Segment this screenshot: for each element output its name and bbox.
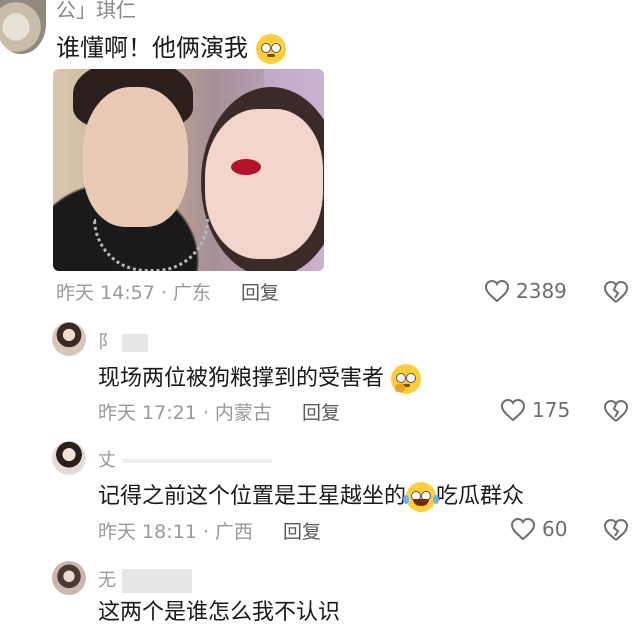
comment-author[interactable]: 公」琪仁 xyxy=(56,0,136,23)
author-name: 阝 xyxy=(98,332,116,353)
like-count: 2389 xyxy=(516,279,567,303)
comment-text-content: 现场两位被狗粮撑到的受害者 xyxy=(98,366,385,391)
comment-image[interactable] xyxy=(53,69,324,271)
comment-text-content: 谁懂啊！他俩演我 xyxy=(56,34,248,62)
broken-heart-icon xyxy=(603,280,629,303)
blurred-name xyxy=(122,569,192,593)
comment-text: 记得之前这个位置是王星越坐的 吃瓜群众 xyxy=(98,478,524,512)
reply-button[interactable]: 回复 xyxy=(302,402,340,424)
reply-button[interactable]: 回复 xyxy=(283,521,321,543)
avatar[interactable] xyxy=(52,441,86,475)
comment-author[interactable]: 阝 xyxy=(98,328,148,354)
dislike-button[interactable] xyxy=(603,399,629,423)
reply-button[interactable]: 回复 xyxy=(241,282,279,304)
dislike-button[interactable] xyxy=(603,280,629,304)
author-name: 无 xyxy=(98,570,116,591)
like-button[interactable]: 60 xyxy=(510,517,567,541)
avatar[interactable] xyxy=(0,0,46,54)
comment-text: 谁懂啊！他俩演我 xyxy=(56,28,286,64)
thinking-emoji xyxy=(391,364,422,394)
heart-icon xyxy=(484,279,510,303)
avatar[interactable] xyxy=(52,561,86,595)
blurred-name xyxy=(122,334,148,352)
laughing-tears-emoji xyxy=(403,482,440,512)
comment-time-location: 昨天 18:11 · 广西 xyxy=(98,521,253,543)
heart-icon xyxy=(500,398,526,422)
blurred-name xyxy=(122,459,272,463)
comment-text: 这两个是谁怎么我不认识 xyxy=(98,594,340,626)
comment-text: 现场两位被狗粮撑到的受害者 xyxy=(98,360,422,394)
comment-author[interactable]: 无 xyxy=(98,566,192,593)
dislike-button[interactable] xyxy=(603,518,629,542)
author-name: 丈 xyxy=(98,450,116,471)
broken-heart-icon xyxy=(603,518,629,541)
rolling-eyes-emoji xyxy=(255,34,286,64)
comment-author[interactable]: 丈 xyxy=(98,446,272,472)
avatar[interactable] xyxy=(52,322,86,356)
heart-icon xyxy=(510,517,536,541)
comment-meta: 昨天 14:57 · 广东 回复 xyxy=(56,278,279,305)
like-button[interactable]: 175 xyxy=(500,398,570,422)
comment-meta: 昨天 18:11 · 广西 回复 xyxy=(98,517,321,544)
like-count: 175 xyxy=(532,398,571,422)
comment-time-location: 昨天 14:57 · 广东 xyxy=(56,282,211,304)
comment-time-location: 昨天 17:21 · 内蒙古 xyxy=(98,402,272,424)
comment-text-content: 记得之前这个位置是王星越坐的 xyxy=(98,484,407,509)
like-button[interactable]: 2389 xyxy=(484,279,567,303)
comment-text-content: 这两个是谁怎么我不认识 xyxy=(98,600,341,625)
comment-meta: 昨天 17:21 · 内蒙古 回复 xyxy=(98,398,340,425)
comment-text-suffix: 吃瓜群众 xyxy=(436,484,525,509)
like-count: 60 xyxy=(542,517,568,541)
broken-heart-icon xyxy=(603,399,629,422)
